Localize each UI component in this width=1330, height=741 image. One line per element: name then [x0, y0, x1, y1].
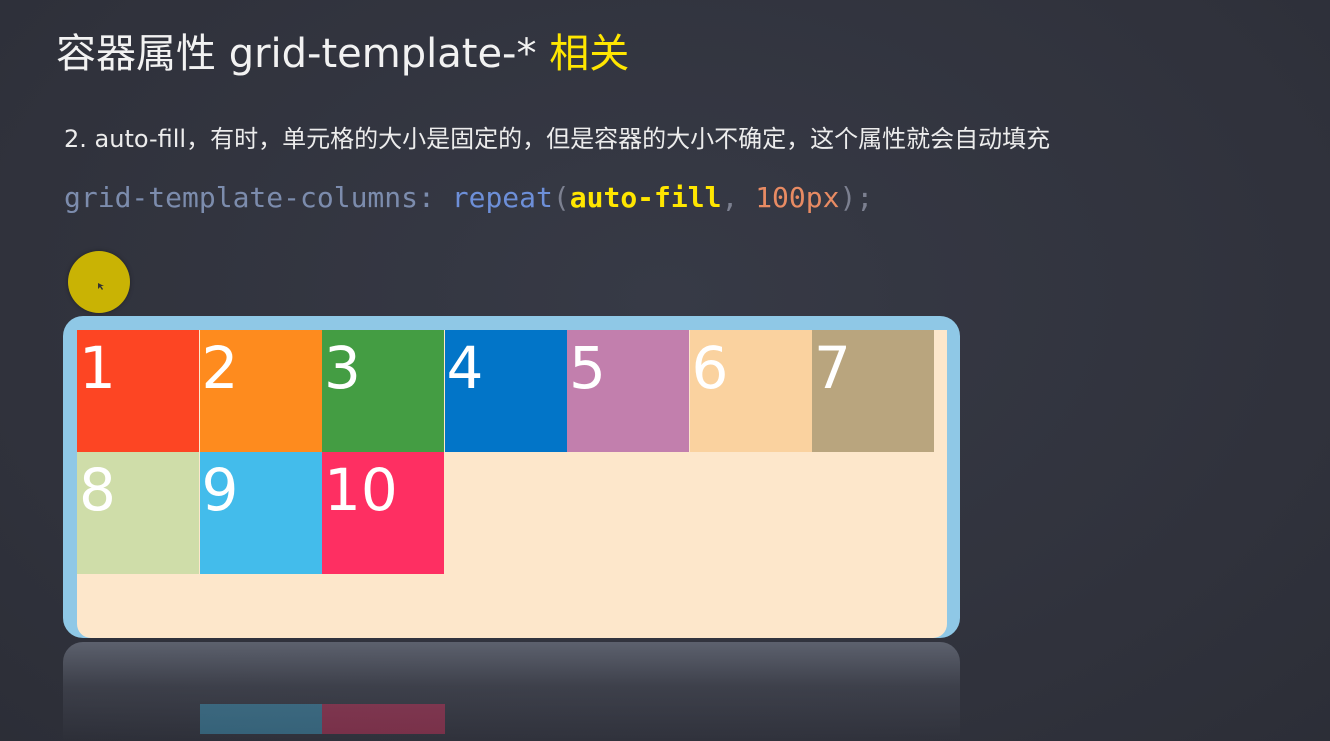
code-close: ); [839, 181, 874, 214]
slide-title: 容器属性 grid-template-* 相关 [56, 26, 629, 82]
grid-container: 1 2 3 4 5 6 7 8 9 10 [63, 316, 960, 638]
grid-cell-2: 2 [199, 330, 322, 452]
grid-cell-5: 5 [567, 330, 689, 452]
grid-cell-7: 7 [812, 330, 934, 452]
code-open-paren: ( [552, 181, 570, 214]
title-main-text: 容器属性 grid-template-* [56, 31, 550, 77]
grid-cell-8: 8 [77, 452, 199, 574]
code-keyword: auto-fill [569, 181, 722, 214]
grid-container-inner: 1 2 3 4 5 6 7 8 9 10 [77, 330, 947, 638]
grid-reflection [63, 642, 960, 741]
code-line: grid-template-columns: repeat(auto-fill,… [64, 178, 873, 218]
pointer-icon [97, 282, 106, 291]
code-comma: , [721, 181, 739, 214]
description-text: 2. auto-fill，有时，单元格的大小是固定的，但是容器的大小不确定，这个… [64, 125, 1051, 153]
grid-cell-4: 4 [444, 330, 567, 452]
reflection-block [199, 704, 322, 734]
code-property: grid-template-columns: [64, 181, 435, 214]
grid-cell-10: 10 [322, 452, 444, 574]
title-suffix-text: 相关 [549, 31, 630, 77]
code-function: repeat [451, 181, 553, 214]
grid-cell-1: 1 [77, 330, 199, 452]
reflection-block [322, 704, 445, 734]
code-value: 100px [755, 181, 840, 214]
grid-cell-9: 9 [199, 452, 322, 574]
presentation-slide: 容器属性 grid-template-* 相关 2. auto-fill，有时，… [0, 0, 1330, 741]
grid-cell-3: 3 [322, 330, 444, 452]
cursor-highlight [68, 251, 130, 313]
grid-cell-6: 6 [689, 330, 812, 452]
